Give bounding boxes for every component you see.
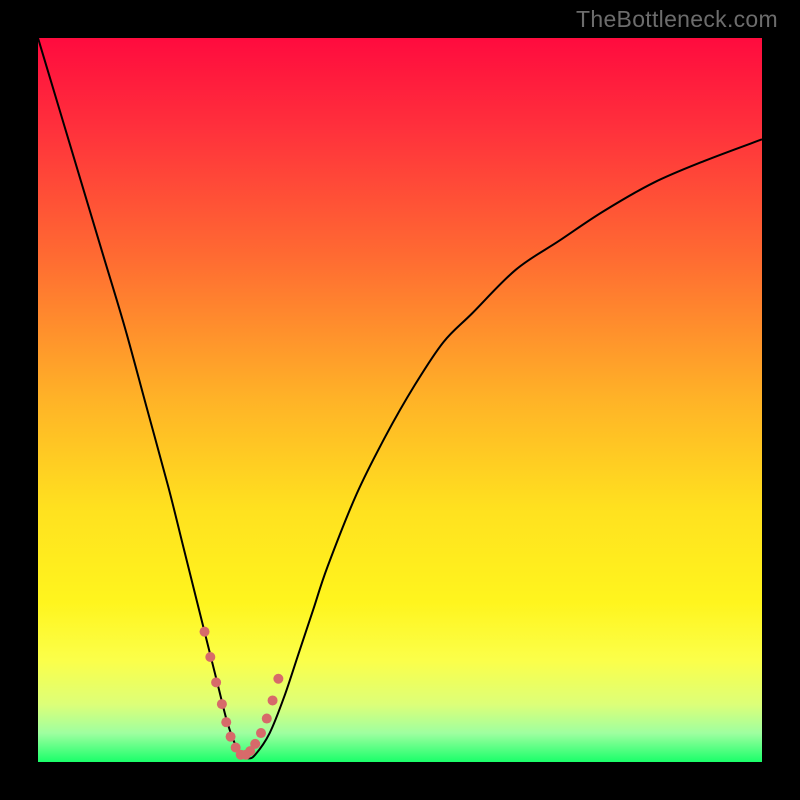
chart-svg — [38, 38, 762, 762]
plot-area — [38, 38, 762, 762]
marker-dot — [226, 732, 236, 742]
marker-dot — [211, 677, 221, 687]
marker-dot — [273, 674, 283, 684]
marker-dot — [250, 739, 260, 749]
marker-dot — [221, 717, 231, 727]
marker-dot — [256, 728, 266, 738]
marker-dot — [205, 652, 215, 662]
chart-frame: TheBottleneck.com — [0, 0, 800, 800]
marker-dot — [262, 714, 272, 724]
marker-dot — [200, 627, 210, 637]
marker-dot — [217, 699, 227, 709]
marker-dot — [268, 695, 278, 705]
gradient-background — [38, 38, 762, 762]
watermark-text: TheBottleneck.com — [576, 6, 778, 33]
